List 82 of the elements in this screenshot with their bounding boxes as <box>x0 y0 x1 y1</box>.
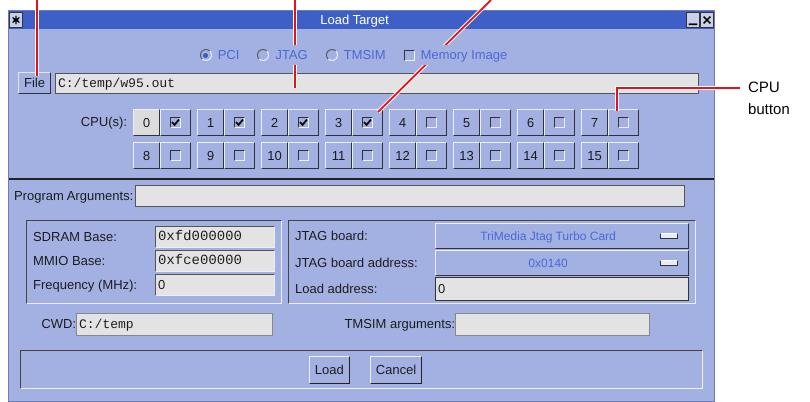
cpu-button[interactable]: 4 <box>389 109 416 136</box>
checkbox[interactable] <box>618 150 629 161</box>
cpu-checkbox-button[interactable] <box>224 109 255 136</box>
field-label: SDRAM Base: <box>33 228 118 246</box>
checkbox[interactable] <box>618 117 629 128</box>
cpu-checkbox-button[interactable] <box>544 109 575 136</box>
dialog-button[interactable]: Cancel <box>370 356 422 384</box>
checkbox-label: Memory Image <box>420 45 508 65</box>
checkbox[interactable] <box>426 150 437 161</box>
cpu-button[interactable]: 11 <box>325 142 352 169</box>
cpu-checkbox-button[interactable] <box>160 109 191 136</box>
input-field[interactable]: 0 <box>435 277 689 301</box>
program-arguments-label: Program Arguments: <box>14 187 134 206</box>
cpu-checkbox-button[interactable] <box>352 109 383 136</box>
program-arguments-field[interactable] <box>135 185 686 207</box>
cpu-checkbox-button[interactable] <box>480 109 511 136</box>
cpu-checkbox-button[interactable] <box>544 142 575 169</box>
cpu-checkbox-button[interactable] <box>288 109 319 136</box>
checkbox[interactable] <box>298 150 309 161</box>
cpu-button[interactable]: 15 <box>581 142 608 169</box>
tmsim-arguments-field[interactable] <box>455 312 650 336</box>
radio-button[interactable] <box>257 49 270 61</box>
cpu-button[interactable]: 14 <box>517 142 544 169</box>
checkbox[interactable] <box>234 150 245 161</box>
radio-label: JTAG <box>275 45 308 65</box>
input-field[interactable]: 0 <box>154 274 275 296</box>
radio-button[interactable] <box>200 49 212 61</box>
window-menu-icon[interactable] <box>9 12 23 28</box>
checkbox[interactable] <box>170 117 181 128</box>
input-field[interactable]: 0xfd000000 <box>154 226 275 248</box>
input-field[interactable]: 0xfce00000 <box>154 250 275 272</box>
field-label: JTAG board: <box>295 227 369 246</box>
file-button[interactable]: File <box>18 72 51 94</box>
cpu-button[interactable]: 5 <box>453 109 480 136</box>
checkbox[interactable] <box>554 150 565 161</box>
cpu-label: CPU(s): <box>80 113 127 131</box>
path-field[interactable]: C:/temp/w95.out <box>54 72 699 94</box>
cpu-checkbox-button[interactable] <box>608 142 639 169</box>
cpu-button[interactable]: 7 <box>581 109 608 136</box>
checkbox[interactable] <box>404 50 415 60</box>
cwd-label: CWD: <box>41 315 76 334</box>
radio-button[interactable] <box>326 49 338 61</box>
window-title: Load Target <box>320 12 389 28</box>
cwd-field[interactable]: C:/temp <box>76 312 273 336</box>
cpu-checkbox-button[interactable] <box>608 109 639 136</box>
cpu-checkbox-button[interactable] <box>416 142 447 169</box>
dialog-button[interactable]: Load <box>308 356 350 384</box>
field-label: JTAG board address: <box>295 254 419 272</box>
cpu-checkbox-button[interactable] <box>160 142 191 169</box>
cpu-button[interactable]: 13 <box>453 142 480 169</box>
checkbox[interactable] <box>490 117 501 128</box>
checkbox[interactable] <box>298 117 309 128</box>
checkbox[interactable] <box>490 150 501 161</box>
close-icon[interactable] <box>700 12 714 28</box>
callout-label: CPU button <box>748 78 791 120</box>
cpu-button[interactable]: 10 <box>261 142 288 169</box>
cpu-checkbox-button[interactable] <box>416 109 447 136</box>
cpu-checkbox-button[interactable] <box>352 142 383 169</box>
checkbox[interactable] <box>426 117 437 128</box>
checkbox[interactable] <box>234 117 245 128</box>
checkbox[interactable] <box>170 150 181 161</box>
checkbox[interactable] <box>554 117 565 128</box>
cpu-checkbox-button[interactable] <box>224 142 255 169</box>
checkbox[interactable] <box>362 150 373 161</box>
cpu-button[interactable]: 2 <box>261 109 288 136</box>
minimize-icon[interactable] <box>686 12 700 28</box>
cpu-checkbox-button[interactable] <box>288 142 319 169</box>
field-label: Frequency (MHz): <box>33 276 138 294</box>
cpu-button[interactable]: 8 <box>133 142 160 169</box>
cpu-button[interactable]: 0 <box>133 109 160 136</box>
tmsim-arguments-label: TMSIM arguments: <box>344 315 455 334</box>
field-label: MMIO Base: <box>33 252 106 270</box>
checkbox[interactable] <box>362 117 373 128</box>
cpu-button[interactable]: 9 <box>197 142 224 169</box>
cpu-button[interactable]: 12 <box>389 142 416 169</box>
field-label: Load address: <box>295 280 378 298</box>
cpu-button[interactable]: 6 <box>517 109 544 136</box>
cpu-button[interactable]: 1 <box>197 109 224 136</box>
dropdown-icon <box>660 233 678 239</box>
dropdown-icon <box>660 260 678 266</box>
cpu-button[interactable]: 3 <box>325 109 352 136</box>
cpu-checkbox-button[interactable] <box>480 142 511 169</box>
